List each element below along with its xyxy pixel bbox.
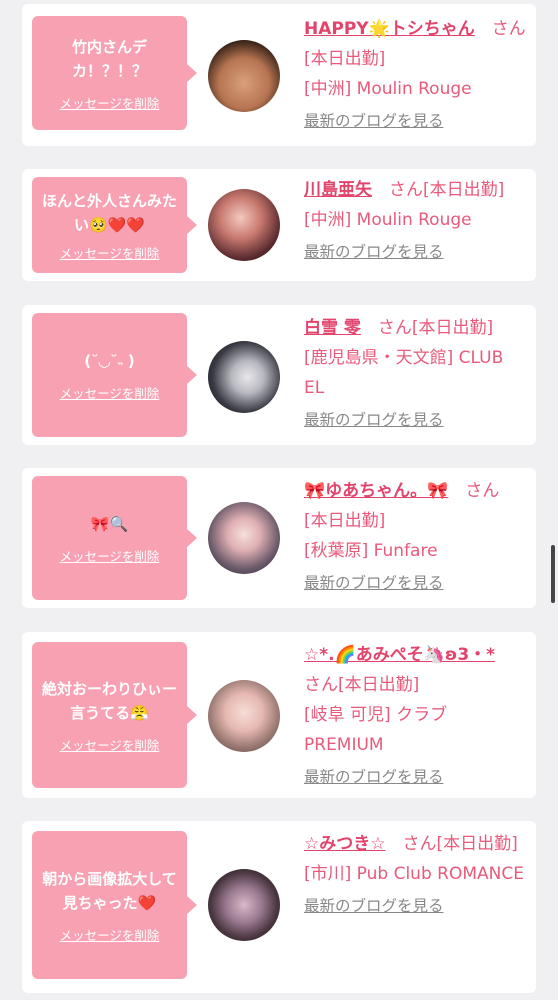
message-bubble: 🎀🔍 メッセージを削除 [32,476,197,600]
message-bubble: (˘◡˘˵ ) メッセージを削除 [32,313,197,437]
scrollbar[interactable] [551,545,555,603]
status-label: [本日出勤] [436,834,518,854]
delete-message-link[interactable]: メッセージを削除 [60,383,160,402]
message-text: 朝から画像拡大して見ちゃった❤️ [42,869,177,912]
message-bubble: ほんと外人さんみたい🥺❤️❤️ メッセージを削除 [32,177,197,273]
message-bubble: 朝から画像拡大して見ちゃった❤️ メッセージを削除 [32,831,197,979]
status-label: [本日出勤] [304,511,386,531]
shop-location: [市川] Pub Club ROMANCE [304,864,524,884]
delete-message-link[interactable]: メッセージを削除 [60,546,160,565]
avatar[interactable] [208,189,280,261]
shop-location: [鹿児島県・天文館] CLUB EL [304,348,504,398]
honorific: さん [377,318,412,338]
blog-link[interactable]: 最新のブログを見る [304,106,526,136]
blog-link[interactable]: 最新のブログを見る [304,237,526,267]
cast-name-link[interactable]: 川島亜矢 [304,180,372,200]
message-card: (˘◡˘˵ ) メッセージを削除 白雪 零 さん[本日出勤] [鹿児島県・天文館… [22,305,536,445]
status-label: [本日出勤] [338,675,420,695]
message-text: ほんと外人さんみたい🥺❤️❤️ [41,191,177,234]
delete-message-link[interactable]: メッセージを削除 [60,735,160,754]
message-card: 朝から画像拡大して見ちゃった❤️ メッセージを削除 ☆みつき☆ さん[本日出勤]… [22,821,536,993]
cast-name-link[interactable]: ☆*.🌈あみぺそ🦄ʚ3・* [304,645,495,665]
delete-message-link[interactable]: メッセージを削除 [60,93,160,112]
blog-link[interactable]: 最新のブログを見る [304,891,526,921]
status-label: [本日出勤] [423,180,505,200]
message-text: 絶対おーわりひぃー言うてる😤 [41,679,177,722]
honorific: さん [389,180,423,200]
message-text: (˘◡˘˵ ) [84,351,135,370]
cast-name-link[interactable]: HAPPY🌟トシちゃん [304,19,475,39]
cast-info: ☆*.🌈あみぺそ🦄ʚ3・* さん[本日出勤] [岐阜 可児] クラブPREMIU… [304,640,526,792]
shop-location: [秋葉原] Funfare [304,541,438,561]
cast-info: 🎀ゆあちゃん。🎀 さん [本日出勤] [秋葉原] Funfare 最新のブログを… [304,476,526,598]
message-card: 竹内さんデカ！？！？ メッセージを削除 HAPPY🌟トシちゃん さん [本日出勤]… [22,4,536,146]
cast-info: HAPPY🌟トシちゃん さん [本日出勤] [中洲] Moulin Rouge 最… [304,14,526,136]
message-bubble: 絶対おーわりひぃー言うてる😤 メッセージを削除 [32,642,197,788]
message-card: 🎀🔍 メッセージを削除 🎀ゆあちゃん。🎀 さん [本日出勤] [秋葉原] Fun… [22,468,536,608]
avatar[interactable] [208,869,280,941]
avatar[interactable] [208,40,280,112]
avatar[interactable] [208,502,280,574]
message-text: 竹内さんデカ！？！？ [71,37,147,80]
blog-link[interactable]: 最新のブログを見る [304,568,526,598]
cast-info: 川島亜矢 さん[本日出勤] [中洲] Moulin Rouge 最新のブログを見… [304,175,526,267]
shop-location: [岐阜 可児] クラブPREMIUM [304,705,448,755]
avatar[interactable] [208,680,280,752]
honorific: さん [465,481,500,501]
honorific: さん [402,834,437,854]
status-label: [本日出勤] [411,318,494,338]
delete-message-link[interactable]: メッセージを削除 [60,243,160,262]
message-card: 絶対おーわりひぃー言うてる😤 メッセージを削除 ☆*.🌈あみぺそ🦄ʚ3・* さん… [22,632,536,798]
message-text: 🎀🔍 [90,514,129,533]
shop-location: [中洲] Moulin Rouge [304,79,472,99]
message-bubble: 竹内さんデカ！？！？ メッセージを削除 [32,16,197,130]
cast-info: 白雪 零 さん[本日出勤] [鹿児島県・天文館] CLUB EL 最新のブログを… [304,313,526,435]
cast-name-link[interactable]: ☆みつき☆ [304,834,385,854]
delete-message-link[interactable]: メッセージを削除 [60,925,160,944]
honorific: さん [304,675,338,695]
shop-location: [中洲] Moulin Rouge [304,210,472,230]
cast-name-link[interactable]: 🎀ゆあちゃん。🎀 [304,481,448,501]
message-card: ほんと外人さんみたい🥺❤️❤️ メッセージを削除 川島亜矢 さん[本日出勤] [… [22,169,536,281]
cast-name-link[interactable]: 白雪 零 [304,318,361,338]
blog-link[interactable]: 最新のブログを見る [304,405,526,435]
blog-link[interactable]: 最新のブログを見る [304,762,526,792]
status-label: [本日出勤] [304,49,386,69]
avatar[interactable] [208,341,280,413]
honorific: さん [491,19,526,39]
cast-info: ☆みつき☆ さん[本日出勤] [市川] Pub Club ROMANCE 最新の… [304,829,526,921]
